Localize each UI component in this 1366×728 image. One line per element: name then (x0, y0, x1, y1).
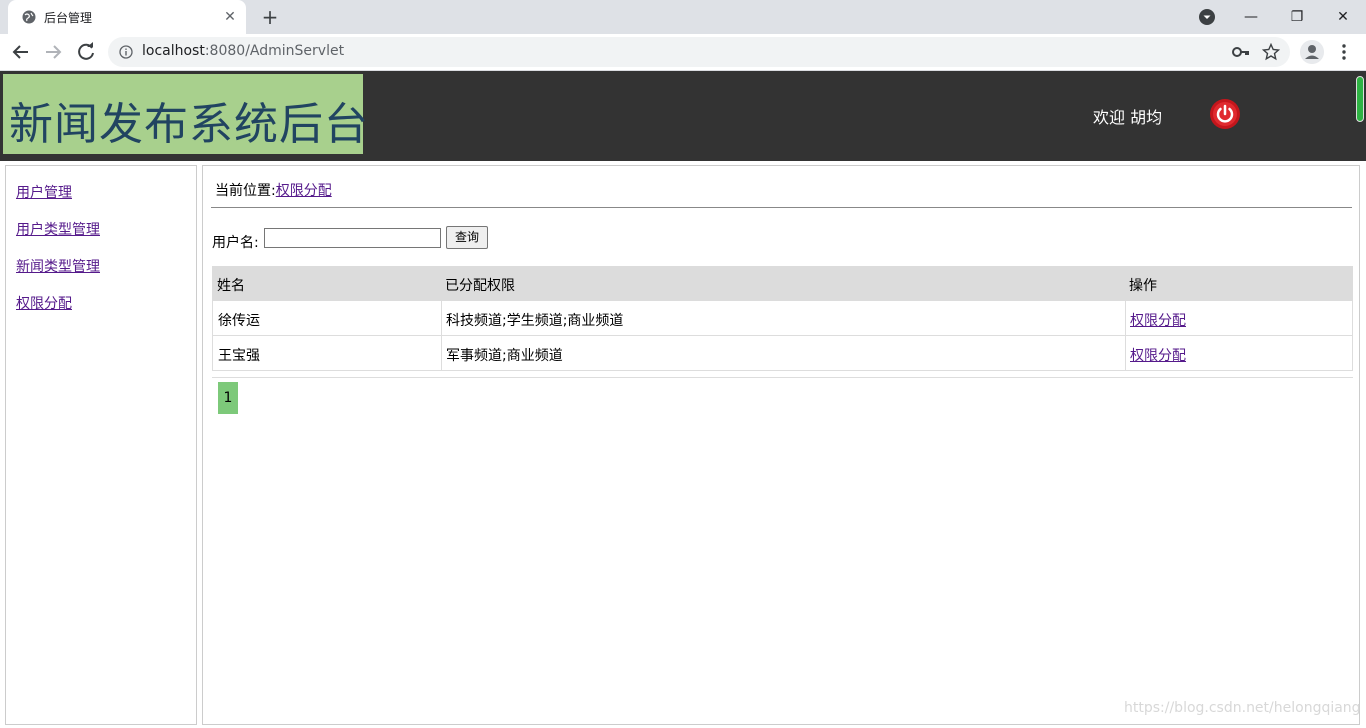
tab-search-icon[interactable] (1198, 8, 1216, 26)
forward-icon[interactable] (41, 40, 65, 64)
cell-divider (441, 336, 442, 371)
header-action: 操作 (1129, 278, 1157, 294)
cell-divider (1125, 301, 1126, 336)
sidebar-item-user-type-management[interactable]: 用户类型管理 (16, 219, 100, 239)
breadcrumb-link[interactable]: 权限分配 (276, 183, 332, 199)
assign-permission-link[interactable]: 权限分配 (1130, 310, 1186, 330)
sidebar-item-permission-assignment[interactable]: 权限分配 (16, 293, 72, 313)
browser-toolbar: localhost:8080/AdminServlet (0, 34, 1366, 71)
row-permissions: 军事频道;商业频道 (446, 348, 563, 364)
assign-permission-link[interactable]: 权限分配 (1130, 345, 1186, 365)
row-permissions: 科技频道;学生频道;商业频道 (446, 313, 624, 329)
close-tab-icon[interactable]: ✕ (222, 9, 238, 25)
query-button[interactable]: 查询 (446, 226, 488, 249)
table-row: 王宝强 军事频道;商业频道 权限分配 (212, 336, 1353, 371)
row-name: 徐传运 (218, 313, 260, 329)
back-icon[interactable] (9, 40, 33, 64)
table-bottom-line (212, 377, 1353, 378)
site-logo: 新闻发布系统后台 (3, 74, 368, 154)
sidebar-item-news-type-management[interactable]: 新闻类型管理 (16, 256, 100, 276)
divider (211, 207, 1352, 208)
breadcrumb: 当前位置:权限分配 (215, 180, 332, 200)
browser-tabstrip: 后台管理 ✕ + — ❐ ✕ (0, 0, 1366, 34)
header-permissions: 已分配权限 (445, 278, 515, 294)
menu-kebab-icon[interactable] (1338, 42, 1350, 62)
profile-avatar-icon[interactable] (1300, 40, 1324, 64)
globe-icon (22, 10, 36, 24)
cell-divider (1125, 336, 1126, 371)
browser-tab[interactable]: 后台管理 ✕ (8, 0, 246, 34)
welcome-text: 欢迎 胡均 (1093, 108, 1163, 127)
info-icon[interactable] (119, 45, 133, 59)
address-bar[interactable]: localhost:8080/AdminServlet (108, 37, 1290, 67)
minimize-icon[interactable]: — (1240, 6, 1262, 28)
key-icon[interactable] (1232, 44, 1250, 60)
username-search-input[interactable] (264, 228, 441, 248)
window-close-icon[interactable]: ✕ (1332, 6, 1354, 28)
row-name: 王宝强 (218, 348, 260, 364)
new-tab-icon[interactable]: + (259, 6, 281, 28)
site-header: 新闻发布系统后台 欢迎 胡均 (0, 71, 1366, 161)
tab-title: 后台管理 (44, 11, 93, 25)
scrollbar-thumb[interactable] (1356, 76, 1364, 122)
url-text: localhost:8080/AdminServlet (142, 43, 345, 59)
main-content: 当前位置:权限分配 用户名: 查询 姓名 已分配权限 操作 徐传运 科技频道;学… (202, 165, 1360, 725)
sidebar: 用户管理 用户类型管理 新闻类型管理 权限分配 (5, 165, 197, 725)
header-name: 姓名 (217, 278, 245, 294)
table-row: 徐传运 科技频道;学生频道;商业频道 权限分配 (212, 301, 1353, 336)
page: 新闻发布系统后台 欢迎 胡均 用户管理 用户类型管理 新闻类型管理 权限分配 当… (0, 71, 1366, 728)
restore-icon[interactable]: ❐ (1286, 6, 1308, 28)
logo-text: 新闻发布系统后台 (9, 99, 369, 150)
breadcrumb-prefix: 当前位置: (215, 183, 276, 199)
cell-divider (441, 301, 442, 336)
reload-icon[interactable] (74, 40, 98, 64)
username-label: 用户名: (212, 235, 259, 251)
watermark: https://blog.csdn.net/helongqiang (1124, 700, 1361, 716)
star-icon[interactable] (1262, 43, 1280, 61)
sidebar-item-user-management[interactable]: 用户管理 (16, 182, 72, 202)
pagination-page-1[interactable]: 1 (218, 382, 238, 414)
table-header: 姓名 已分配权限 操作 (212, 266, 1353, 301)
power-logout-icon[interactable] (1209, 98, 1241, 130)
